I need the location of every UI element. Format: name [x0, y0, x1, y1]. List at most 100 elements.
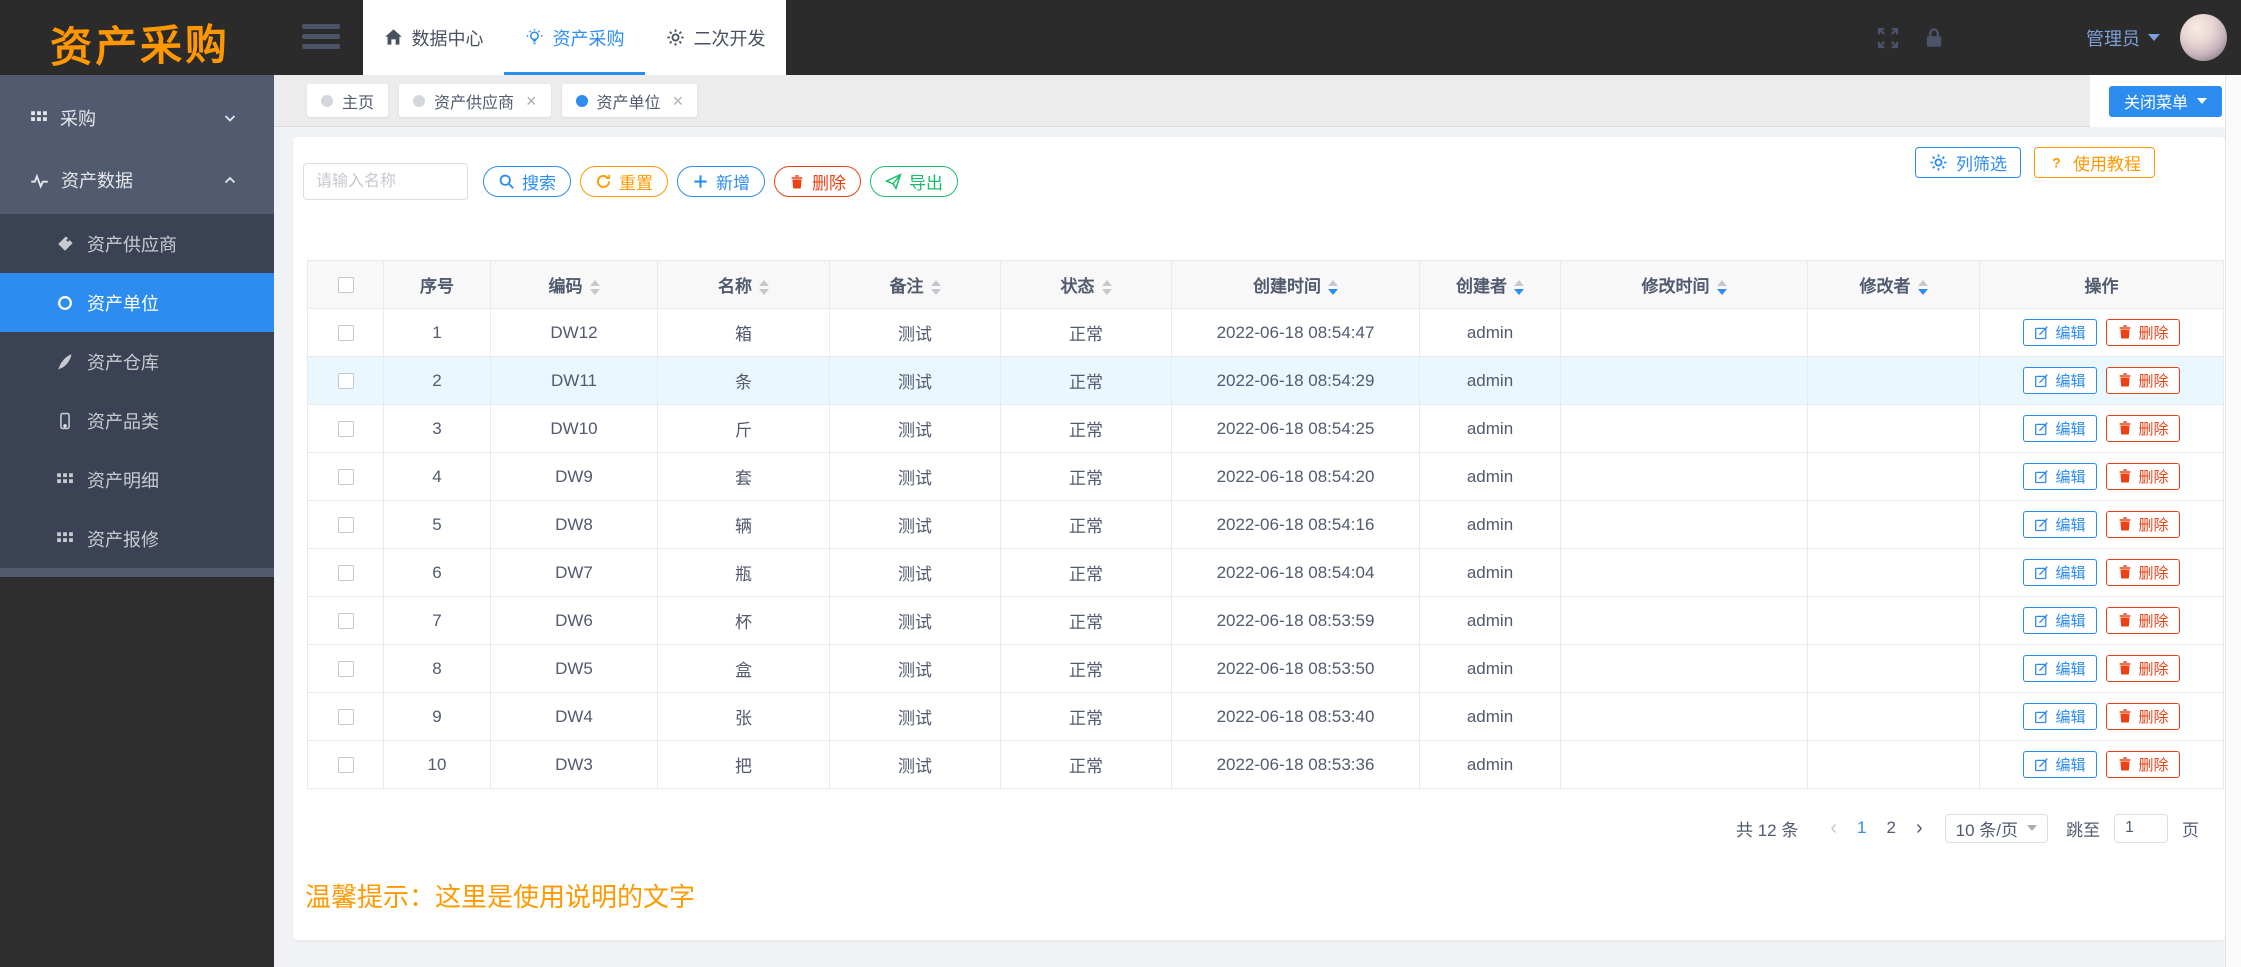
- open-tab-资产单位[interactable]: 资产单位 ×: [561, 84, 698, 117]
- column-header-创建者[interactable]: 创建者: [1419, 260, 1561, 309]
- toolbar-button-使用教程[interactable]: ? 使用教程: [2034, 147, 2155, 178]
- sort-icon[interactable]: [930, 280, 941, 295]
- toolbar-button-重置[interactable]: 重置: [580, 166, 668, 197]
- close-icon[interactable]: ×: [673, 92, 684, 110]
- column-header-名称[interactable]: 名称: [657, 260, 830, 309]
- sidebar-item-资产品类[interactable]: 资产品类: [0, 391, 274, 450]
- table-row[interactable]: 1 DW12 箱测试 正常 2022-06-18 08:54:47 admin 编辑 删除: [307, 308, 2224, 357]
- toolbar-button-删除[interactable]: 删除: [774, 166, 861, 197]
- row-delete-button[interactable]: 删除: [2105, 462, 2180, 490]
- table-row[interactable]: 7 DW6 杯测试 正常 2022-06-18 08:53:59 admin 编辑 删除: [307, 596, 2224, 645]
- table-row[interactable]: 5 DW8 辆测试 正常 2022-06-18 08:54:16 admin 编辑 删除: [307, 500, 2224, 549]
- scrollbar-gutter[interactable]: [2225, 75, 2241, 967]
- sort-icon[interactable]: [1328, 280, 1338, 295]
- open-tab-资产供应商[interactable]: 资产供应商 ×: [399, 84, 551, 117]
- toolbar-button-列筛选[interactable]: 列筛选: [1915, 147, 2021, 178]
- row-edit-button[interactable]: 编辑: [2023, 607, 2097, 635]
- top-nav-tab-资产采购[interactable]: 资产采购: [504, 0, 645, 75]
- jump-page-input[interactable]: [2114, 813, 2168, 843]
- sort-icon[interactable]: [1514, 280, 1524, 295]
- toolbar-button-搜索[interactable]: 搜索: [483, 166, 571, 197]
- table-row[interactable]: 6 DW7 瓶测试 正常 2022-06-18 08:54:04 admin 编辑 删除: [307, 548, 2224, 597]
- pagination-page-2[interactable]: 2: [1887, 818, 1896, 838]
- row-delete-button[interactable]: 删除: [2105, 750, 2180, 778]
- row-checkbox[interactable]: [337, 661, 354, 678]
- table-row[interactable]: 4 DW9 套测试 正常 2022-06-18 08:54:20 admin 编辑 删除: [307, 452, 2224, 501]
- pagination-prev[interactable]: ‹: [1830, 817, 1837, 840]
- close-menu-button[interactable]: 关闭菜单: [2109, 85, 2222, 117]
- page-size-select[interactable]: 10 条/页: [1944, 813, 2048, 843]
- trash-icon: [789, 174, 805, 190]
- row-edit-button[interactable]: 编辑: [2023, 415, 2097, 443]
- table-row[interactable]: 8 DW5 盒测试 正常 2022-06-18 08:53:50 admin 编辑 删除: [307, 644, 2224, 693]
- pagination-page-1[interactable]: 1: [1857, 818, 1866, 838]
- row-checkbox[interactable]: [337, 757, 354, 774]
- search-input[interactable]: [303, 163, 468, 200]
- row-delete-button[interactable]: 删除: [2105, 654, 2180, 682]
- sidebar-item-资产单位[interactable]: 资产单位: [0, 273, 274, 332]
- row-edit-button[interactable]: 编辑: [2023, 559, 2097, 587]
- row-delete-button[interactable]: 删除: [2105, 702, 2180, 730]
- row-checkbox[interactable]: [337, 325, 354, 342]
- sidebar-toggle-icon[interactable]: [302, 24, 340, 52]
- sort-icon[interactable]: [1716, 280, 1727, 295]
- row-delete-button[interactable]: 删除: [2105, 606, 2180, 634]
- sidebar-group-资产数据[interactable]: 资产数据: [0, 152, 274, 208]
- row-checkbox[interactable]: [337, 709, 354, 726]
- column-header-备注[interactable]: 备注: [829, 260, 1001, 309]
- table-row[interactable]: 10 DW3 把测试 正常 2022-06-18 08:53:36 admin 编辑 删除: [307, 740, 2224, 789]
- top-nav-tab-二次开发[interactable]: 二次开发: [645, 0, 786, 75]
- row-edit-button[interactable]: 编辑: [2023, 655, 2097, 683]
- column-header-编码[interactable]: 编码: [490, 260, 658, 309]
- row-edit-button[interactable]: 编辑: [2023, 319, 2097, 347]
- column-header-修改者[interactable]: 修改者: [1807, 260, 1980, 309]
- column-header-checkbox[interactable]: [307, 260, 384, 309]
- select-all-checkbox[interactable]: [337, 277, 354, 294]
- sidebar-item-资产供应商[interactable]: 资产供应商: [0, 214, 274, 273]
- row-delete-button[interactable]: 删除: [2105, 414, 2180, 442]
- sort-asc-icon: [930, 280, 941, 287]
- sidebar-item-资产仓库[interactable]: 资产仓库: [0, 332, 274, 391]
- column-header-修改时间[interactable]: 修改时间: [1560, 260, 1808, 309]
- row-delete-button[interactable]: 删除: [2105, 510, 2180, 538]
- sort-icon[interactable]: [759, 280, 769, 295]
- row-checkbox[interactable]: [337, 565, 354, 582]
- table-row[interactable]: 2 DW11 条测试 正常 2022-06-18 08:54:29 admin 编辑 删除: [307, 356, 2224, 405]
- open-tab-主页[interactable]: 主页: [307, 84, 389, 117]
- row-checkbox[interactable]: [337, 613, 354, 630]
- sidebar-item-资产报修[interactable]: 资产报修: [0, 509, 274, 568]
- row-edit-button[interactable]: 编辑: [2023, 703, 2097, 731]
- toolbar-button-导出[interactable]: 导出: [870, 166, 958, 197]
- avatar[interactable]: [2180, 14, 2227, 61]
- pagination-next[interactable]: ›: [1916, 817, 1923, 840]
- lock-icon[interactable]: [1922, 26, 1946, 50]
- row-edit-button[interactable]: 编辑: [2023, 463, 2097, 491]
- sort-icon[interactable]: [589, 280, 600, 295]
- table-row[interactable]: 3 DW10 斤测试 正常 2022-06-18 08:54:25 admin 编辑 删除: [307, 404, 2224, 453]
- home-icon: [384, 28, 403, 47]
- toolbar-button-新增[interactable]: 新增: [677, 166, 765, 197]
- sidebar-item-资产明细[interactable]: 资产明细: [0, 450, 274, 509]
- close-icon[interactable]: ×: [526, 92, 537, 110]
- sort-icon[interactable]: [1101, 280, 1112, 295]
- fullscreen-icon[interactable]: [1876, 26, 1900, 50]
- row-edit-button[interactable]: 编辑: [2023, 751, 2097, 779]
- row-checkbox[interactable]: [337, 421, 354, 438]
- sidebar-group-采购[interactable]: 采购: [0, 90, 274, 146]
- row-delete-button[interactable]: 删除: [2105, 366, 2180, 394]
- table-row[interactable]: 9 DW4 张测试 正常 2022-06-18 08:53:40 admin 编辑 删除: [307, 692, 2224, 741]
- sort-icon[interactable]: [1917, 280, 1928, 295]
- row-checkbox[interactable]: [337, 517, 354, 534]
- row-edit-button[interactable]: 编辑: [2023, 511, 2097, 539]
- row-checkbox[interactable]: [337, 469, 354, 486]
- column-header-状态[interactable]: 状态: [1000, 260, 1172, 309]
- admin-menu[interactable]: 管理员: [2086, 25, 2160, 51]
- column-header-创建时间[interactable]: 创建时间: [1171, 260, 1420, 309]
- top-nav-tab-数据中心[interactable]: 数据中心: [363, 0, 504, 75]
- edit-icon: [2034, 709, 2049, 724]
- row-edit-button[interactable]: 编辑: [2023, 367, 2097, 395]
- row-delete-button[interactable]: 删除: [2105, 318, 2180, 346]
- row-checkbox[interactable]: [337, 373, 354, 390]
- row-delete-button[interactable]: 删除: [2105, 558, 2180, 586]
- column-label: 创建者: [1456, 277, 1507, 296]
